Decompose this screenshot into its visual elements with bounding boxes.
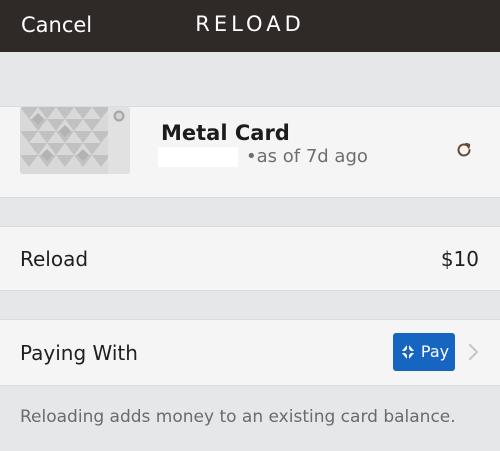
refresh-icon[interactable] [454,140,474,160]
top-bar: Cancel RELOAD [0,0,500,52]
card-name: Metal Card [161,121,290,145]
reload-row[interactable]: Reload $10 [0,226,500,291]
reload-info-text: Reloading adds money to an existing card… [20,407,456,427]
card-balance-line: •as of 7d ago [158,146,368,168]
balance-updated-text: •as of 7d ago [246,146,368,167]
page-title: RELOAD [195,12,305,36]
pay-method-label: Pay [420,342,450,361]
chase-pay-icon [399,343,417,361]
paying-with-row[interactable]: Paying With Pay [0,319,500,386]
reload-label: Reload [20,247,89,271]
chase-pay-button[interactable]: Pay [393,333,455,371]
paying-with-label: Paying With [20,341,138,365]
reload-amount[interactable]: $10 [441,247,479,271]
redacted-balance [158,147,238,167]
card-section[interactable]: Metal Card •as of 7d ago [0,106,500,198]
metal-card-image [20,107,130,174]
chevron-right-icon [468,343,480,361]
